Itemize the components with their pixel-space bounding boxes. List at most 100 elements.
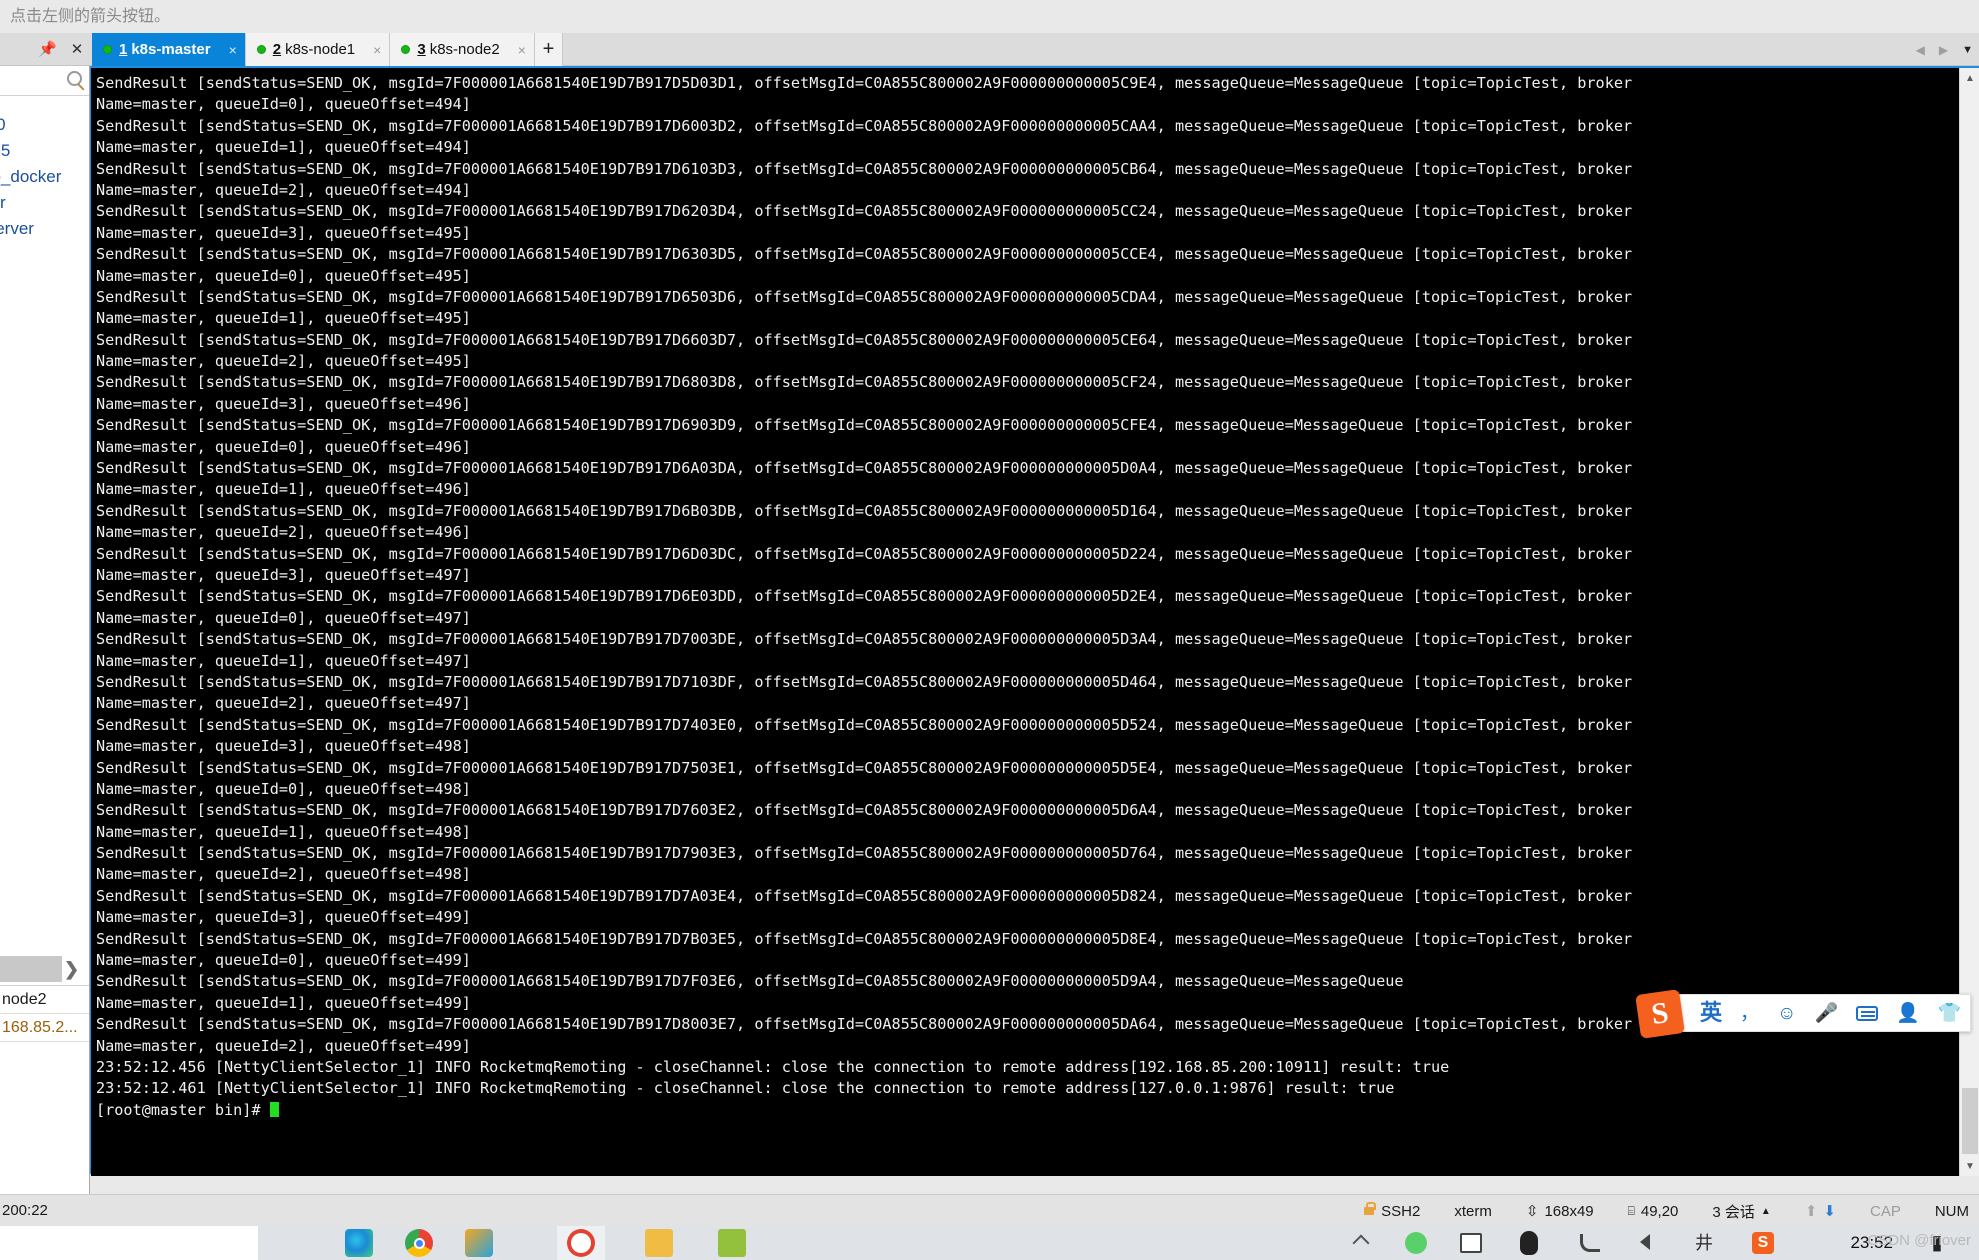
terminal-line: SendResult [sendStatus=SEND_OK, msgId=7F… (96, 116, 1633, 135)
terminal-line: SendResult [sendStatus=SEND_OK, msgId=7F… (96, 844, 1633, 863)
search-icon (67, 71, 82, 86)
terminal-line: SendResult [sendStatus=SEND_OK, msgId=7F… (96, 501, 1633, 520)
status-transfer[interactable]: ⬆ ⬇ (1805, 1202, 1836, 1220)
status-cap: CAP (1869, 1202, 1901, 1220)
terminal-line: Name=master, queueId=2], queueOffset=496… (96, 523, 471, 542)
status-protocol[interactable]: SSH2 (1364, 1202, 1420, 1220)
close-icon[interactable]: × (229, 42, 237, 58)
chevron-right-icon[interactable]: ▶ (1939, 43, 1948, 57)
sogou-logo-icon[interactable]: S (1635, 989, 1685, 1039)
folder-green-icon[interactable] (718, 1229, 746, 1257)
session-tree-item[interactable]: 165 (0, 142, 10, 159)
chevron-down-icon[interactable]: ▼ (1960, 1156, 1979, 1176)
lock-icon (1364, 1202, 1377, 1215)
terminal-line: Name=master, queueId=3], queueOffset=498… (96, 737, 471, 756)
terminal-line: Name=master, queueId=1], queueOffset=498… (96, 822, 471, 841)
ime-language-button[interactable]: 英 (1700, 1002, 1722, 1024)
ime-punctuation-button[interactable]: ， (1740, 1004, 1759, 1023)
chevron-down-icon[interactable]: ▼ (1962, 44, 1973, 56)
terminal-line: SendResult [sendStatus=SEND_OK, msgId=7F… (96, 202, 1633, 221)
status-sessions[interactable]: 3 会话 ▲ (1712, 1201, 1770, 1222)
terminal-line: Name=master, queueId=2], queueOffset=497… (96, 694, 471, 713)
volume-icon[interactable] (1638, 1234, 1658, 1252)
tab-list: 1 k8s-master × 2 k8s-node1 × 3 k8s-node2 × + (92, 33, 563, 66)
chevron-left-icon[interactable]: ◀ (1916, 43, 1925, 57)
user-badge-icon[interactable]: 👤 (1896, 1004, 1920, 1023)
xmind-icon[interactable] (465, 1229, 493, 1257)
session-grip[interactable] (0, 956, 62, 982)
chrome-icon[interactable] (405, 1229, 433, 1257)
sogou-ime-toolbar[interactable]: S 英 ， ☺ 🎤 👤 👕 (1635, 989, 1971, 1039)
tab-right-tools: ◀ ▶ ▼ (1916, 33, 1973, 66)
show-hidden-icon[interactable] (1352, 1234, 1370, 1252)
terminal-line: SendResult [sendStatus=SEND_OK, msgId=7F… (96, 245, 1633, 264)
terminal-line: SendResult [sendStatus=SEND_OK, msgId=7F… (96, 972, 1404, 991)
tab-k8s-node1[interactable]: 2 k8s-node1 × (245, 33, 391, 66)
terminal-line: SendResult [sendStatus=SEND_OK, msgId=7F… (96, 416, 1633, 435)
smiley-icon[interactable]: ☺ (1777, 1004, 1796, 1023)
terminal-line: SendResult [sendStatus=SEND_OK, msgId=7F… (96, 330, 1633, 349)
terminal-line: Name=master, queueId=0], queueOffset=499… (96, 951, 471, 970)
arrow-down-icon[interactable]: ⬇ (1823, 1202, 1836, 1220)
tab-strip: 📌 ✕ 1 k8s-master × 2 k8s-node1 × 3 k8s-node2 × + … (0, 33, 1979, 66)
terminal-line: SendResult [sendStatus=SEND_OK, msgId=7F… (96, 287, 1633, 306)
session-search-box[interactable] (0, 66, 89, 96)
calculator-icon[interactable] (1460, 1233, 1482, 1253)
session-pane: .10165ab_dockervertserver )) ❯ node2168.… (0, 66, 90, 1194)
status-sessions-label: 3 会话 (1712, 1203, 1755, 1221)
session-tree-item[interactable]: ver (0, 194, 6, 211)
hint-bar: 点击左侧的箭头按钮。 (0, 0, 1979, 33)
terminal-line: Name=master, queueId=1], queueOffset=495… (96, 309, 471, 328)
tab-k8s-master[interactable]: 1 k8s-master × (92, 33, 246, 66)
terminal-line: SendResult [sendStatus=SEND_OK, msgId=7F… (96, 74, 1633, 92)
chevron-up-icon[interactable]: ▲ (1960, 68, 1979, 88)
status-size[interactable]: ⇳ 168x49 (1526, 1202, 1594, 1221)
terminal-line: 23:52:12.456 [NettyClientSelector_1] INF… (96, 1057, 1450, 1076)
status-cursor-pos[interactable]: ⌸ 49,20 (1628, 1203, 1679, 1220)
arrow-up-icon[interactable]: ⬆ (1805, 1202, 1818, 1220)
session-tree-item[interactable]: .10 (0, 116, 6, 133)
tab-k8s-node2[interactable]: 3 k8s-node2 × (390, 33, 535, 66)
status-cursor-label: 49,20 (1640, 1202, 1679, 1220)
ime-status-icon[interactable]: 井 (1693, 1233, 1715, 1253)
terminal-line: SendResult [sendStatus=SEND_OK, msgId=7F… (96, 715, 1633, 734)
chevron-right-icon[interactable]: ❯ (64, 959, 79, 980)
session-tree-item[interactable]: tserver (0, 220, 34, 237)
wechat-icon[interactable] (1405, 1232, 1427, 1254)
terminal-line: Name=master, queueId=0], queueOffset=496… (96, 437, 471, 456)
tab-index: 2 (272, 41, 282, 58)
pin-icon[interactable]: 📌 (38, 42, 57, 57)
caret-up-icon[interactable]: ▲ (1761, 1206, 1771, 1217)
tab-left-tools: 📌 ✕ (38, 33, 83, 66)
terminal-line: 23:52:12.461 [NettyClientSelector_1] INF… (96, 1079, 1395, 1098)
tab-title: k8s-master (131, 41, 211, 58)
terminal-line: SendResult [sendStatus=SEND_OK, msgId=7F… (96, 929, 1633, 948)
folder-yellow-icon[interactable] (645, 1229, 673, 1257)
keyboard-icon[interactable] (1856, 1005, 1879, 1021)
terminal-cursor (269, 1101, 279, 1117)
network-icon[interactable] (1580, 1234, 1600, 1252)
close-icon[interactable]: × (518, 42, 526, 58)
tab-status-dot (103, 45, 112, 54)
terminal-line: SendResult [sendStatus=SEND_OK, msgId=7F… (96, 544, 1633, 563)
status-bar: 200:22 SSH2 xterm ⇳ 168x49 ⌸ 49,20 3 会话 … (0, 1194, 1979, 1226)
terminal-line: Name=master, queueId=3], queueOffset=499… (96, 908, 471, 927)
terminal-line: Name=master, queueId=2], queueOffset=498… (96, 865, 471, 884)
scrollbar-thumb[interactable] (1962, 1088, 1978, 1154)
terminal-line: Name=master, queueId=3], queueOffset=496… (96, 394, 471, 413)
qq-icon[interactable] (1520, 1231, 1538, 1255)
status-term-type[interactable]: xterm (1454, 1203, 1492, 1220)
session-tree-item[interactable]: ab_docker (0, 168, 61, 185)
xshell-icon[interactable] (567, 1229, 595, 1257)
new-tab-button[interactable]: + (534, 33, 563, 66)
sogou-icon[interactable]: S (1752, 1232, 1774, 1254)
microphone-icon[interactable]: 🎤 (1814, 1004, 1838, 1023)
tab-title: k8s-node2 (429, 41, 500, 58)
close-icon[interactable]: ✕ (71, 42, 84, 57)
edge-icon[interactable] (345, 1229, 373, 1257)
terminal-line: Name=master, queueId=0], queueOffset=495… (96, 266, 471, 285)
close-icon[interactable]: × (373, 42, 381, 58)
terminal-prompt: [root@master bin]# (96, 1100, 270, 1119)
tshirt-icon[interactable]: 👕 (1938, 1004, 1962, 1023)
terminal-line: SendResult [sendStatus=SEND_OK, msgId=7F… (96, 159, 1633, 178)
